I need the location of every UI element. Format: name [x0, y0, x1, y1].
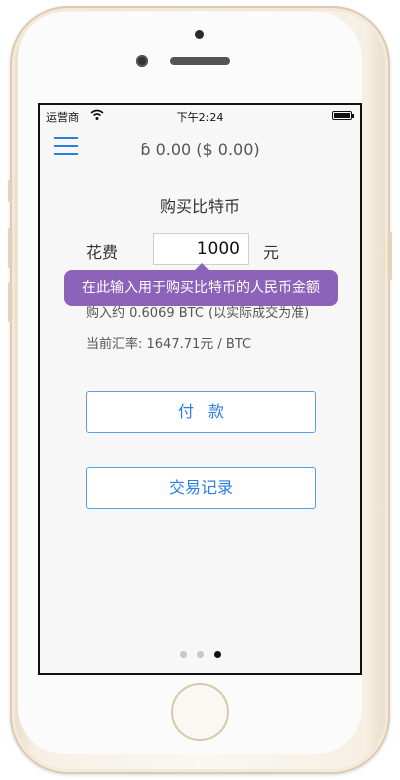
spend-amount-input[interactable] — [153, 233, 249, 265]
status-bar: 运营商 下午2:24 — [40, 105, 360, 127]
page-dot[interactable] — [213, 651, 221, 658]
power-button — [389, 232, 392, 280]
page-dot[interactable] — [196, 651, 204, 658]
proximity-sensor-icon — [195, 30, 204, 39]
input-hint-tooltip: 在此输入用于购买比特币的人民币金额 — [64, 270, 338, 306]
mute-switch — [8, 180, 11, 202]
transaction-history-button[interactable]: 交易记录 — [86, 467, 316, 509]
front-camera-icon — [136, 55, 148, 67]
pay-button[interactable]: 付款 — [86, 391, 316, 433]
currency-unit-label: 元 — [263, 243, 280, 262]
earpiece-speaker — [170, 57, 230, 65]
battery-icon — [332, 111, 354, 120]
wallet-balance: ɓ 0.00 ($ 0.00) — [140, 140, 260, 159]
status-time: 下午2:24 — [176, 111, 224, 124]
page-dot[interactable] — [179, 651, 187, 658]
volume-up-button — [8, 228, 11, 268]
page-indicator[interactable] — [40, 651, 360, 658]
page-title: 购买比特币 — [159, 197, 240, 216]
exchange-rate: 当前汇率: 1647.71元 / BTC — [86, 337, 252, 352]
spend-label: 花费 — [86, 243, 119, 262]
app-screen: 运营商 下午2:24 ɓ 0.00 ($ 0.00) 购买比特币 花费 元 购入… — [38, 103, 362, 675]
volume-down-button — [8, 282, 11, 322]
home-button[interactable] — [171, 683, 229, 741]
